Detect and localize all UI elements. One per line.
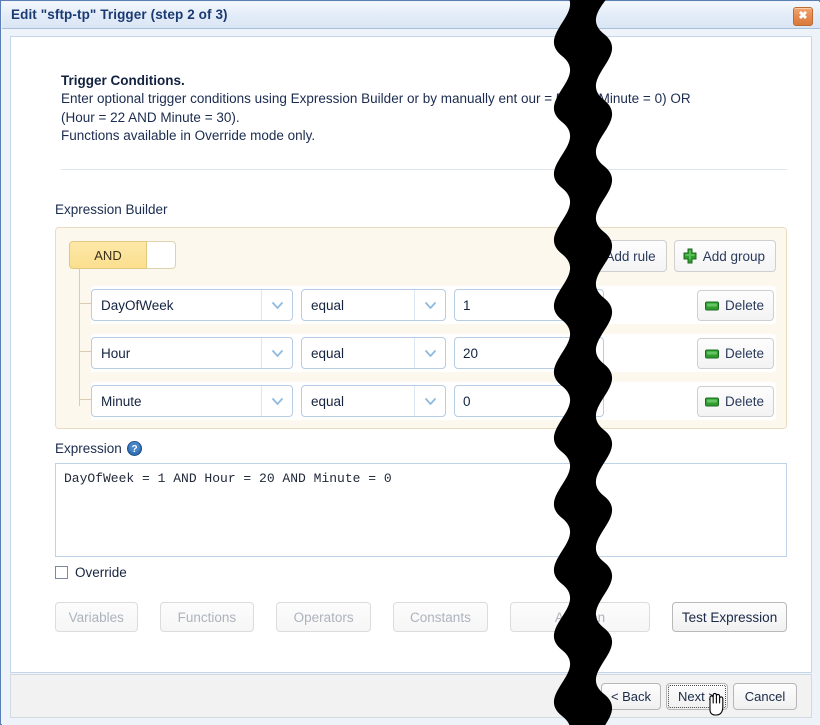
minus-icon (704, 346, 720, 362)
delete-label-2: Delete (725, 346, 764, 361)
and-condition-button[interactable]: AND ion (510, 602, 650, 632)
delete-rule-button-3[interactable]: Delete (697, 386, 774, 417)
tree-connector-2 (79, 351, 91, 352)
svg-text:?: ? (131, 444, 137, 455)
add-rule-button[interactable]: Add rule (576, 240, 666, 272)
expression-label: Expression (55, 441, 122, 456)
operators-button[interactable]: Operators (276, 602, 371, 632)
delete-label-3: Delete (725, 394, 764, 409)
dialog-body: Trigger Conditions. Enter optional trigg… (2, 29, 820, 725)
dialog-title-bar: Edit "sftp-tp" Trigger (step 2 of 3) ✖ (2, 2, 820, 29)
footer-buttons: < Back Next > Cancel (601, 683, 797, 710)
expression-builder-group: AND Add rule (55, 227, 787, 429)
delete-label-1: Delete (725, 298, 764, 313)
rule-operator-value-3: equal (311, 394, 344, 409)
logic-operator-toggle: AND (69, 241, 176, 269)
intro-line-1: Enter optional trigger conditions using … (61, 90, 787, 109)
variables-button[interactable]: Variables (55, 602, 138, 632)
table-row: DayOfWeek equal (91, 286, 776, 324)
intro-block: Trigger Conditions. Enter optional trigg… (61, 73, 787, 146)
chevron-down-icon (261, 290, 292, 320)
add-group-button[interactable]: Add group (674, 240, 776, 272)
intro-line-2: (Hour = 22 AND Minute = 30). (61, 109, 787, 128)
expression-builder-actions: Add rule Add group (576, 240, 776, 272)
close-button[interactable]: ✖ (793, 7, 813, 26)
back-button[interactable]: < Back (601, 683, 661, 710)
rule-operator-select-3[interactable]: equal (301, 385, 446, 417)
chevron-down-icon (414, 290, 445, 320)
delete-rule-button-2[interactable]: Delete (697, 338, 774, 369)
edit-trigger-dialog: Edit "sftp-tp" Trigger (step 2 of 3) ✖ T… (0, 0, 820, 725)
rule-operator-select-1[interactable]: equal (301, 289, 446, 321)
delete-rule-button-1[interactable]: Delete (697, 290, 774, 321)
intro-heading: Trigger Conditions. (61, 73, 787, 88)
constants-button[interactable]: Constants (393, 602, 488, 632)
rule-field-value-3: Minute (101, 394, 142, 409)
expression-textarea[interactable] (55, 463, 787, 557)
rule-value-input-1[interactable] (454, 289, 604, 321)
intro-divider (61, 169, 787, 170)
tree-connector-1 (79, 303, 91, 304)
content-panel: Trigger Conditions. Enter optional trigg… (10, 36, 812, 673)
rule-operator-select-2[interactable]: equal (301, 337, 446, 369)
help-icon[interactable]: ? (127, 441, 142, 456)
override-checkbox[interactable] (55, 566, 68, 579)
close-icon: ✖ (794, 8, 812, 25)
rule-value-input-2[interactable] (454, 337, 604, 369)
minus-icon (704, 394, 720, 410)
add-group-label: Add group (703, 249, 765, 264)
rule-field-value-2: Hour (101, 346, 130, 361)
logic-and-button[interactable]: AND (69, 241, 147, 269)
rule-field-value-1: DayOfWeek (101, 298, 174, 313)
rule-operator-value-1: equal (311, 298, 344, 313)
rule-operator-value-2: equal (311, 346, 344, 361)
rule-field-select-3[interactable]: Minute (91, 385, 293, 417)
override-label[interactable]: Override (75, 565, 127, 580)
chevron-down-icon (414, 338, 445, 368)
plus-icon (584, 248, 600, 264)
chevron-down-icon (261, 338, 292, 368)
functions-button[interactable]: Functions (160, 602, 255, 632)
expression-builder-label: Expression Builder (55, 202, 168, 217)
intro-line-3: Functions available in Override mode onl… (61, 127, 787, 146)
rule-field-select-1[interactable]: DayOfWeek (91, 289, 293, 321)
dialog-footer: < Back Next > Cancel (10, 674, 812, 718)
table-row: Hour equal (91, 334, 776, 372)
minus-icon (704, 298, 720, 314)
tree-connector-3 (79, 399, 91, 400)
cancel-button[interactable]: Cancel (733, 683, 797, 710)
expression-toolbar: Variables Functions Operators Constants … (55, 602, 787, 632)
page-title: Edit "sftp-tp" Trigger (step 2 of 3) (11, 7, 228, 22)
rule-field-select-2[interactable]: Hour (91, 337, 293, 369)
add-rule-label: Add rule (605, 249, 655, 264)
logic-or-button[interactable] (147, 241, 176, 269)
next-button[interactable]: Next > (666, 683, 728, 710)
tree-connector-vertical (79, 269, 80, 406)
expression-label-row: Expression ? (55, 441, 142, 456)
override-row: Override (55, 565, 127, 580)
chevron-down-icon (261, 386, 292, 416)
chevron-down-icon (414, 386, 445, 416)
plus-icon (682, 248, 698, 264)
rule-value-input-3[interactable] (454, 385, 604, 417)
table-row: Minute equal (91, 382, 776, 420)
test-expression-button[interactable]: Test Expression (672, 602, 787, 632)
